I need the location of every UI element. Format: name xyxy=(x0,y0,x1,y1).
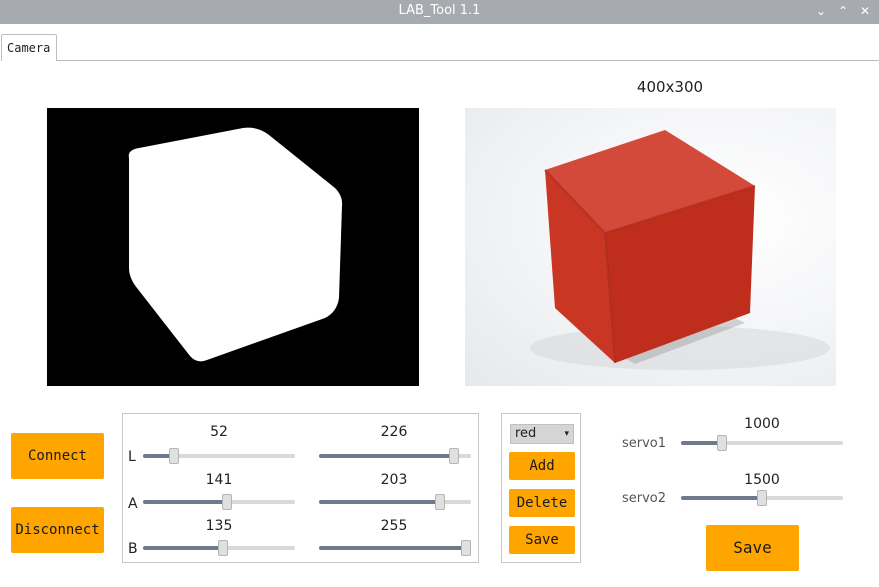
slider-handle[interactable] xyxy=(435,494,445,510)
servo1-label: servo1 xyxy=(622,436,667,451)
b-channel-label: B xyxy=(128,541,138,557)
add-color-button[interactable]: Add xyxy=(509,452,575,480)
l-min-slider[interactable] xyxy=(143,448,295,464)
delete-color-button[interactable]: Delete xyxy=(509,489,575,517)
servo1-value: 1000 xyxy=(744,416,780,432)
servo1-slider[interactable] xyxy=(681,435,843,451)
tab-camera[interactable]: Camera xyxy=(1,34,57,61)
tab-bar: Camera xyxy=(0,24,879,61)
slider-handle[interactable] xyxy=(757,490,767,506)
window-title: LAB_Tool 1.1 xyxy=(398,3,481,18)
a-min-value: 141 xyxy=(205,472,233,488)
servo2-value: 1500 xyxy=(744,472,780,488)
b-max-slider[interactable] xyxy=(319,540,471,556)
color-select-value: red xyxy=(515,426,537,441)
slider-fill xyxy=(319,454,454,458)
save-color-button[interactable]: Save xyxy=(509,526,575,554)
dropdown-arrow-icon: ▾ xyxy=(564,429,569,439)
minimize-icon[interactable]: ⌄ xyxy=(814,4,828,18)
slider-fill xyxy=(681,441,722,445)
slider-fill xyxy=(319,500,440,504)
camera-image xyxy=(530,130,830,370)
a-min-slider[interactable] xyxy=(143,494,295,510)
mask-view xyxy=(47,108,419,386)
slider-handle[interactable] xyxy=(448,448,459,464)
b-max-value: 255 xyxy=(380,518,408,534)
l-max-value: 226 xyxy=(380,424,408,440)
slider-handle[interactable] xyxy=(218,540,229,556)
slider-fill xyxy=(319,546,466,550)
resolution-label: 400x300 xyxy=(636,78,704,96)
connect-button[interactable]: Connect xyxy=(11,433,104,479)
close-icon[interactable]: ✕ xyxy=(858,4,872,18)
slider-handle[interactable] xyxy=(461,540,471,556)
maximize-icon[interactable]: ⌃ xyxy=(836,4,850,18)
b-min-slider[interactable] xyxy=(143,540,295,556)
slider-handle[interactable] xyxy=(716,435,727,451)
slider-handle[interactable] xyxy=(222,494,233,510)
slider-fill xyxy=(143,500,228,504)
save-servo-button[interactable]: Save xyxy=(706,525,799,571)
slider-fill xyxy=(143,546,224,550)
tab-divider xyxy=(56,60,879,61)
color-select[interactable]: red ▾ xyxy=(510,424,574,444)
l-channel-label: L xyxy=(128,449,136,465)
camera-view xyxy=(465,108,836,386)
l-min-value: 52 xyxy=(210,424,228,440)
disconnect-button[interactable]: Disconnect xyxy=(11,507,104,553)
a-max-slider[interactable] xyxy=(319,494,471,510)
servo2-slider[interactable] xyxy=(681,490,843,506)
a-channel-label: A xyxy=(128,496,138,512)
servo2-label: servo2 xyxy=(622,491,667,506)
slider-handle[interactable] xyxy=(168,448,179,464)
title-bar: LAB_Tool 1.1 ⌄ ⌃ ✕ xyxy=(0,0,879,24)
a-max-value: 203 xyxy=(380,472,408,488)
l-max-slider[interactable] xyxy=(319,448,471,464)
mask-image xyxy=(128,127,343,362)
slider-fill xyxy=(681,496,762,500)
b-min-value: 135 xyxy=(205,518,233,534)
